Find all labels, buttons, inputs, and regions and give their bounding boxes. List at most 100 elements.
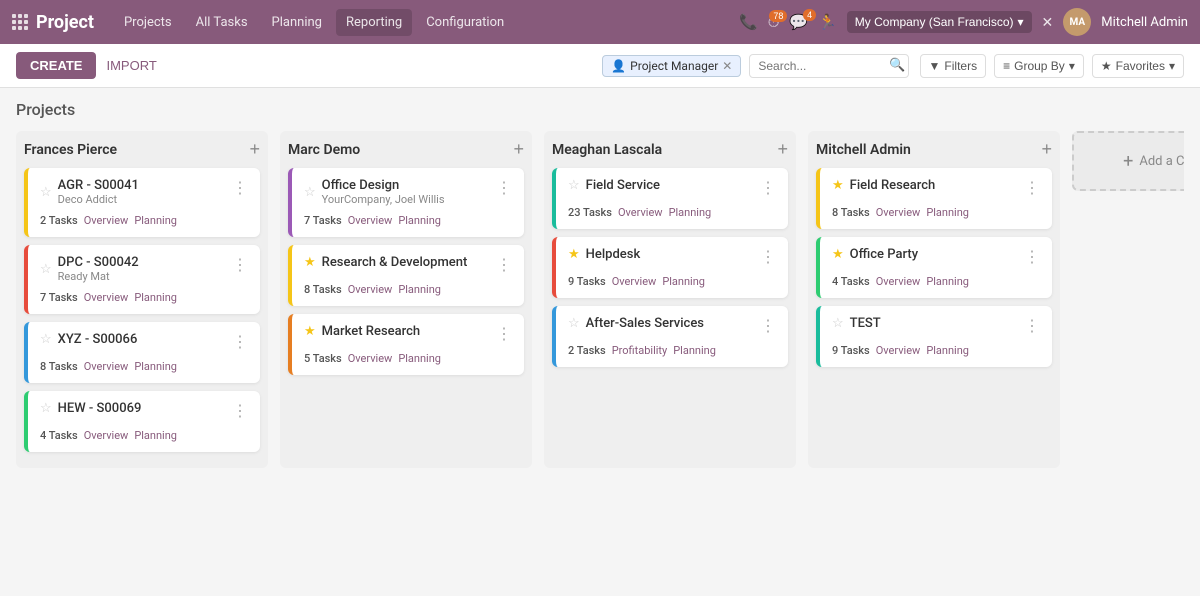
col-title-frances: Frances Pierce bbox=[24, 142, 117, 158]
profitability-link-after-sales[interactable]: Profitability bbox=[612, 344, 668, 357]
star-market-research[interactable]: ★ bbox=[304, 324, 316, 339]
app-logo: Project bbox=[36, 12, 94, 33]
planning-link-test[interactable]: Planning bbox=[926, 344, 969, 357]
card-subtitle-office-design: YourCompany, Joel Willis bbox=[322, 193, 445, 206]
overview-link-hew[interactable]: Overview bbox=[84, 429, 129, 442]
star-agr[interactable]: ☆ bbox=[40, 185, 52, 200]
planning-link-agr[interactable]: Planning bbox=[134, 214, 177, 227]
tasks-count-xyz: 8 Tasks bbox=[40, 360, 78, 373]
card-more-field-service[interactable]: ⋮ bbox=[760, 178, 776, 198]
overview-link-field-service[interactable]: Overview bbox=[618, 206, 663, 219]
star-test[interactable]: ☆ bbox=[832, 316, 844, 331]
col-add-marc[interactable]: + bbox=[513, 139, 524, 160]
close-btn[interactable]: ✕ bbox=[1042, 14, 1054, 31]
planning-link-market-research[interactable]: Planning bbox=[398, 352, 441, 365]
card-more-research-dev[interactable]: ⋮ bbox=[496, 255, 512, 275]
filter-chip-label: Project Manager bbox=[630, 59, 718, 73]
overview-link-helpdesk[interactable]: Overview bbox=[612, 275, 657, 288]
overview-link-dpc[interactable]: Overview bbox=[84, 291, 129, 304]
search-input[interactable] bbox=[749, 54, 909, 78]
filter-chip-close[interactable]: ✕ bbox=[722, 59, 732, 73]
add-column-btn[interactable]: + Add a Column bbox=[1072, 131, 1184, 191]
overview-link-market-research[interactable]: Overview bbox=[348, 352, 393, 365]
col-add-meaghan[interactable]: + bbox=[777, 139, 788, 160]
overview-link-office-party[interactable]: Overview bbox=[876, 275, 921, 288]
card-footer-test: 9 Tasks Overview Planning bbox=[832, 344, 1040, 357]
planning-link-helpdesk[interactable]: Planning bbox=[662, 275, 705, 288]
card-more-field-research[interactable]: ⋮ bbox=[1024, 178, 1040, 198]
tasks-count-test: 9 Tasks bbox=[832, 344, 870, 357]
star-research-dev[interactable]: ★ bbox=[304, 255, 316, 270]
tasks-count-field-service: 23 Tasks bbox=[568, 206, 612, 219]
planning-link-office-design[interactable]: Planning bbox=[398, 214, 441, 227]
search-icon: 🔍 bbox=[889, 58, 905, 73]
card-more-xyz[interactable]: ⋮ bbox=[232, 332, 248, 352]
overview-link-office-design[interactable]: Overview bbox=[348, 214, 393, 227]
nav-configuration[interactable]: Configuration bbox=[416, 9, 514, 36]
star-dpc[interactable]: ☆ bbox=[40, 262, 52, 277]
planning-link-after-sales[interactable]: Planning bbox=[673, 344, 716, 357]
col-header-mitchell: Mitchell Admin + bbox=[816, 139, 1052, 160]
import-button[interactable]: IMPORT bbox=[106, 58, 156, 73]
star-xyz[interactable]: ☆ bbox=[40, 332, 52, 347]
overview-link-field-research[interactable]: Overview bbox=[876, 206, 921, 219]
card-footer-after-sales: 2 Tasks Profitability Planning bbox=[568, 344, 776, 357]
star-office-party[interactable]: ★ bbox=[832, 247, 844, 262]
card-title-office-design: Office Design bbox=[322, 178, 445, 193]
planning-link-field-service[interactable]: Planning bbox=[669, 206, 712, 219]
card-more-office-design[interactable]: ⋮ bbox=[496, 178, 512, 198]
overview-link-xyz[interactable]: Overview bbox=[84, 360, 129, 373]
planning-link-dpc[interactable]: Planning bbox=[134, 291, 177, 304]
card-footer-field-research: 8 Tasks Overview Planning bbox=[832, 206, 1040, 219]
card-title-dpc: DPC - S00042 bbox=[58, 255, 139, 270]
card-more-market-research[interactable]: ⋮ bbox=[496, 324, 512, 344]
star-helpdesk[interactable]: ★ bbox=[568, 247, 580, 262]
card-more-hew[interactable]: ⋮ bbox=[232, 401, 248, 421]
app-grid-icon[interactable] bbox=[12, 14, 28, 30]
activity-btn[interactable]: 🏃 bbox=[818, 13, 837, 31]
planning-link-field-research[interactable]: Planning bbox=[926, 206, 969, 219]
nav-projects[interactable]: Projects bbox=[114, 9, 182, 36]
planning-link-office-party[interactable]: Planning bbox=[926, 275, 969, 288]
card-more-after-sales[interactable]: ⋮ bbox=[760, 316, 776, 336]
nav-all-tasks[interactable]: All Tasks bbox=[186, 9, 258, 36]
filters-btn[interactable]: ▼ Filters bbox=[920, 54, 987, 78]
company-selector[interactable]: My Company (San Francisco) ▾ bbox=[847, 11, 1032, 33]
card-footer-office-design: 7 Tasks Overview Planning bbox=[304, 214, 512, 227]
card-more-test[interactable]: ⋮ bbox=[1024, 316, 1040, 336]
star-field-research[interactable]: ★ bbox=[832, 178, 844, 193]
group-by-btn[interactable]: ≡ Group By ▾ bbox=[994, 54, 1084, 78]
star-after-sales[interactable]: ☆ bbox=[568, 316, 580, 331]
card-title-agr: AGR - S00041 bbox=[58, 178, 139, 193]
card-title-helpdesk: Helpdesk bbox=[586, 247, 641, 262]
overview-link-research-dev[interactable]: Overview bbox=[348, 283, 393, 296]
project-manager-chip[interactable]: 👤 Project Manager ✕ bbox=[602, 55, 741, 77]
star-field-service[interactable]: ☆ bbox=[568, 178, 580, 193]
card-more-office-party[interactable]: ⋮ bbox=[1024, 247, 1040, 267]
card-more-helpdesk[interactable]: ⋮ bbox=[760, 247, 776, 267]
timer-btn[interactable]: ⏱ 78 bbox=[768, 14, 780, 31]
card-footer-field-service: 23 Tasks Overview Planning bbox=[568, 206, 776, 219]
planning-link-research-dev[interactable]: Planning bbox=[398, 283, 441, 296]
card-more-dpc[interactable]: ⋮ bbox=[232, 255, 248, 275]
col-add-frances[interactable]: + bbox=[249, 139, 260, 160]
col-add-mitchell[interactable]: + bbox=[1041, 139, 1052, 160]
card-more-agr[interactable]: ⋮ bbox=[232, 178, 248, 198]
filter-list-icon: ▼ bbox=[929, 59, 941, 73]
nav-planning[interactable]: Planning bbox=[262, 9, 332, 36]
tasks-count-after-sales: 2 Tasks bbox=[568, 344, 606, 357]
planning-link-hew[interactable]: Planning bbox=[134, 429, 177, 442]
card-helpdesk: ★ Helpdesk ⋮ 9 Tasks Overview Planning bbox=[552, 237, 788, 298]
favorites-btn[interactable]: ★ Favorites ▾ bbox=[1092, 54, 1184, 78]
card-title-test: TEST bbox=[850, 316, 881, 331]
star-office-design[interactable]: ☆ bbox=[304, 185, 316, 200]
create-button[interactable]: CREATE bbox=[16, 52, 96, 79]
star-hew[interactable]: ☆ bbox=[40, 401, 52, 416]
overview-link-test[interactable]: Overview bbox=[876, 344, 921, 357]
overview-link-agr[interactable]: Overview bbox=[84, 214, 129, 227]
chat-btn[interactable]: 💬 4 bbox=[789, 13, 808, 31]
planning-link-xyz[interactable]: Planning bbox=[134, 360, 177, 373]
phone-icon-btn[interactable]: 📞 bbox=[739, 13, 758, 31]
tasks-count-office-design: 7 Tasks bbox=[304, 214, 342, 227]
nav-reporting[interactable]: Reporting bbox=[336, 9, 412, 36]
